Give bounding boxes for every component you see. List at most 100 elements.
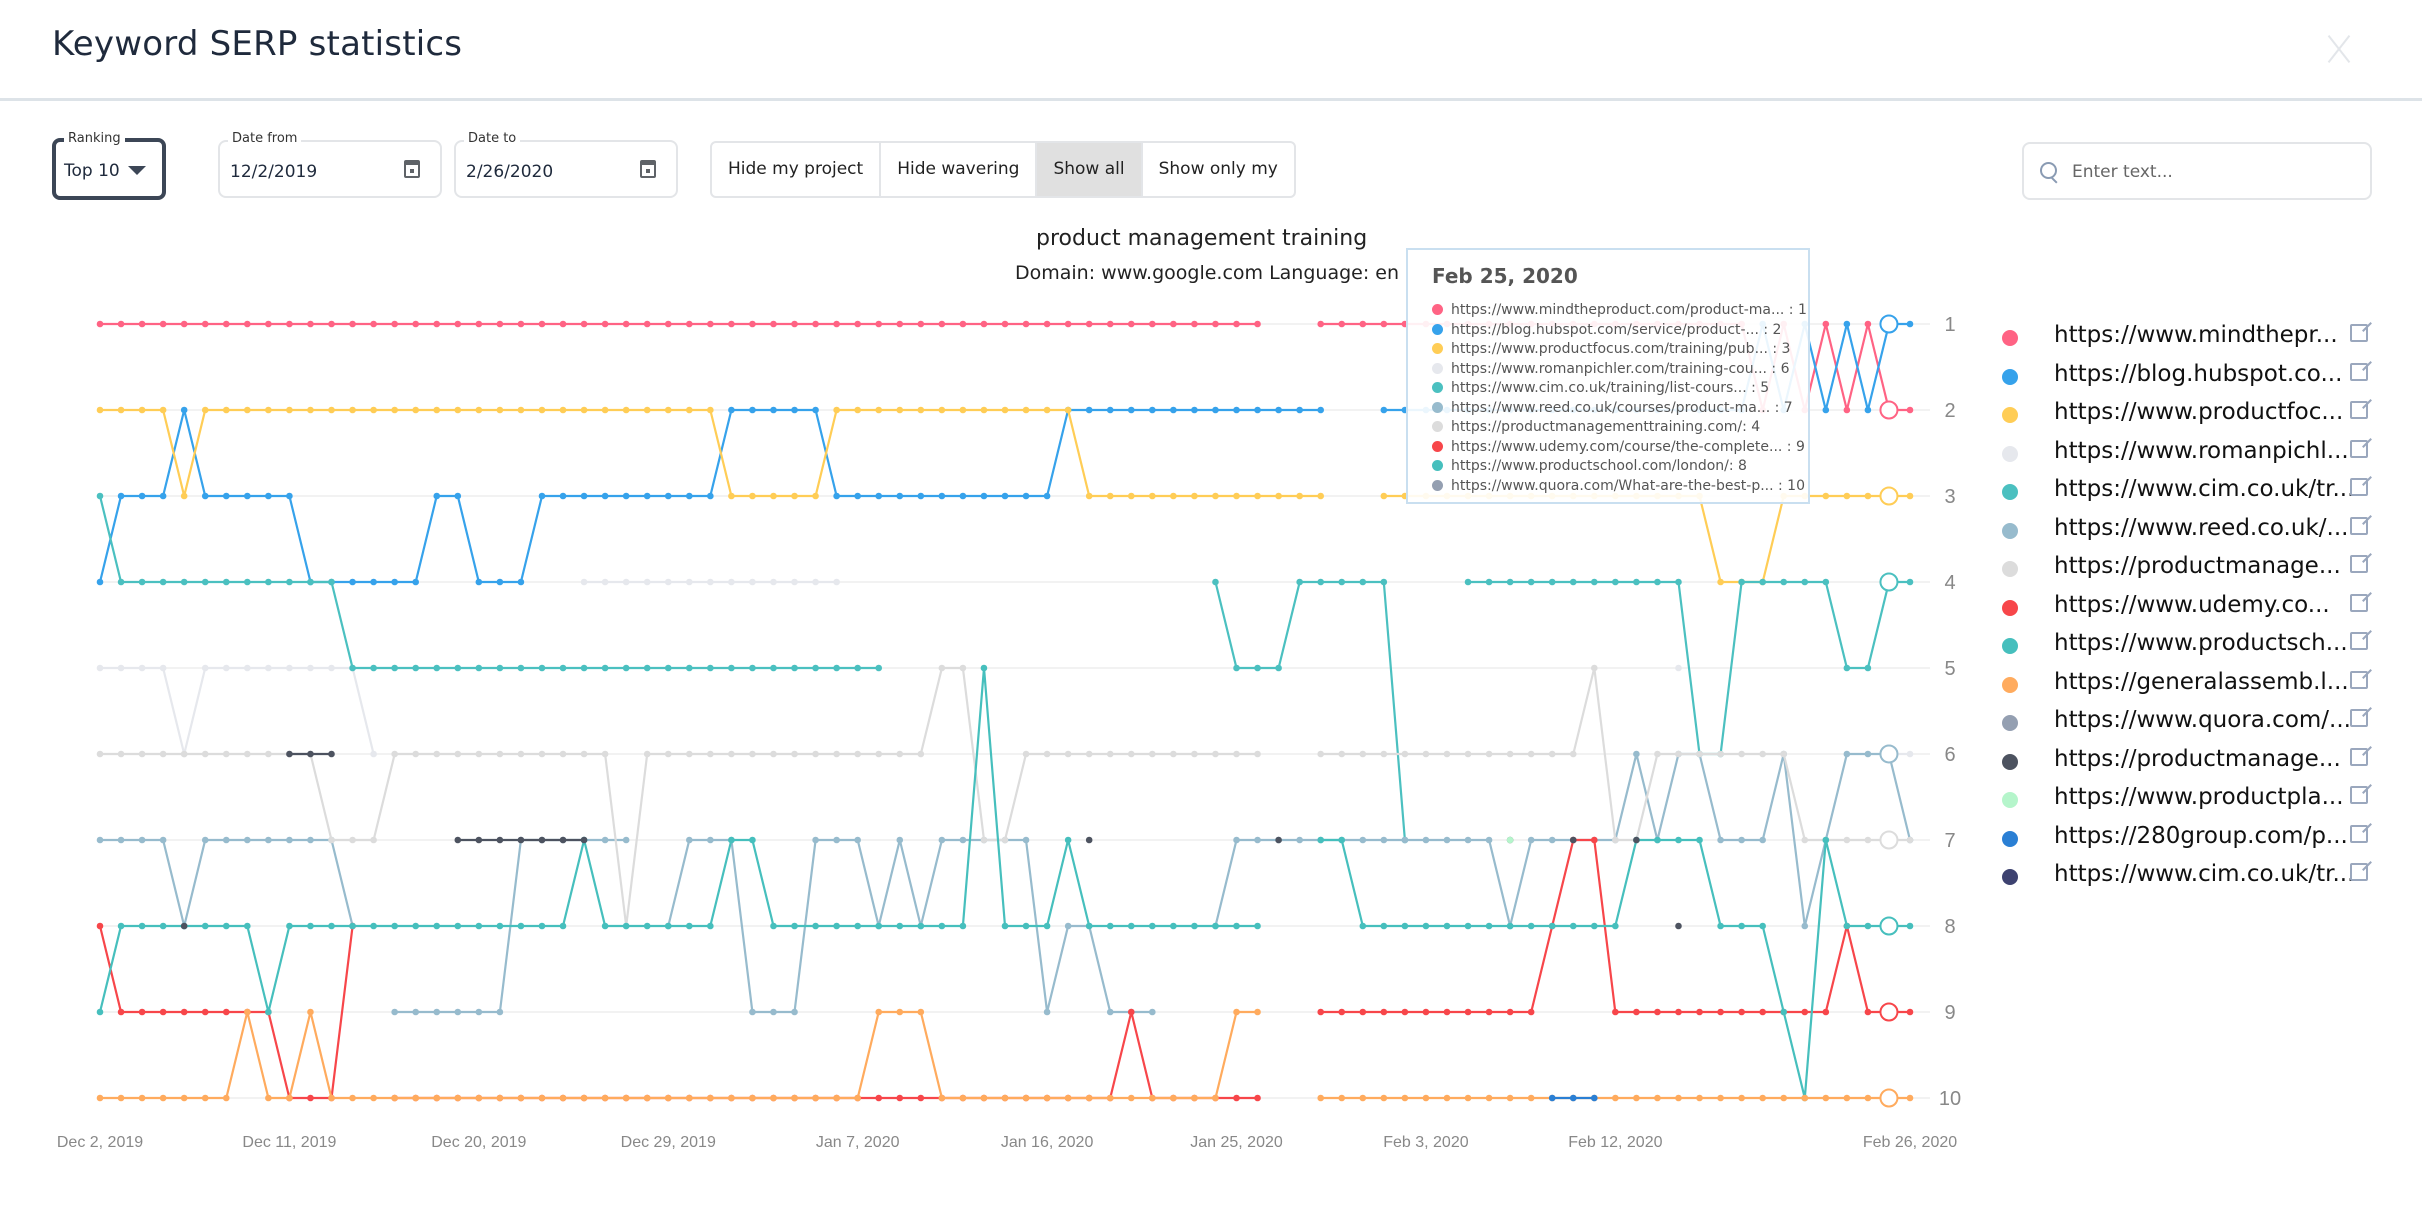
data-point[interactable]: [201, 750, 209, 758]
data-point[interactable]: [117, 406, 125, 414]
data-point[interactable]: [117, 320, 125, 328]
data-point[interactable]: [201, 406, 209, 414]
data-point[interactable]: [328, 406, 335, 414]
data-point[interactable]: [622, 922, 630, 930]
data-point[interactable]: [1485, 836, 1493, 844]
data-point[interactable]: [201, 578, 209, 586]
data-point[interactable]: [433, 1094, 441, 1102]
data-point[interactable]: [812, 492, 819, 500]
data-point[interactable]: [244, 578, 251, 586]
data-point[interactable]: [454, 922, 462, 930]
data-point[interactable]: [454, 1094, 462, 1102]
external-link-icon[interactable]: [2350, 439, 2368, 458]
data-point[interactable]: [96, 492, 104, 500]
data-point[interactable]: [475, 664, 483, 672]
data-point[interactable]: [875, 922, 883, 930]
data-point[interactable]: [1906, 1008, 1914, 1016]
data-point[interactable]: [454, 664, 462, 672]
data-point[interactable]: [1233, 492, 1240, 500]
data-point[interactable]: [1696, 750, 1703, 758]
data-point[interactable]: [370, 1094, 377, 1102]
data-point[interactable]: [496, 922, 504, 930]
data-point[interactable]: [1759, 922, 1766, 930]
data-point[interactable]: [707, 320, 714, 328]
data-point[interactable]: [138, 492, 146, 500]
legend-label[interactable]: https://www.romanpichl...: [2054, 438, 2349, 464]
data-point[interactable]: [1822, 836, 1830, 844]
data-point[interactable]: [538, 492, 546, 500]
data-point[interactable]: [1422, 1094, 1430, 1102]
legend-item[interactable]: https://blog.hubspot.co...: [2000, 361, 2380, 400]
data-point[interactable]: [1380, 750, 1388, 758]
data-point[interactable]: [1843, 320, 1851, 328]
data-point[interactable]: [580, 664, 588, 672]
data-point[interactable]: [286, 492, 293, 500]
data-point[interactable]: [938, 836, 946, 844]
data-point[interactable]: [222, 1094, 230, 1102]
data-point[interactable]: [1275, 406, 1282, 414]
data-point[interactable]: [201, 922, 209, 930]
data-point[interactable]: [1801, 1008, 1809, 1016]
data-point[interactable]: [454, 492, 462, 500]
data-point[interactable]: [1212, 1094, 1219, 1102]
data-point[interactable]: [244, 922, 251, 930]
data-point[interactable]: [454, 320, 462, 328]
data-point[interactable]: [138, 922, 146, 930]
data-point[interactable]: [1106, 1008, 1114, 1016]
data-point[interactable]: [1022, 922, 1030, 930]
data-point[interactable]: [1064, 922, 1072, 930]
data-point[interactable]: [770, 406, 777, 414]
data-point[interactable]: [517, 664, 525, 672]
data-point[interactable]: [1738, 836, 1745, 844]
data-point[interactable]: [1822, 492, 1830, 500]
data-point[interactable]: [307, 406, 314, 414]
data-point[interactable]: [1191, 492, 1198, 500]
data-point[interactable]: [286, 922, 293, 930]
data-point[interactable]: [559, 406, 567, 414]
data-point[interactable]: [1064, 1094, 1072, 1102]
data-point[interactable]: [328, 578, 335, 586]
data-point[interactable]: [1464, 750, 1472, 758]
data-point[interactable]: [643, 406, 651, 414]
data-point[interactable]: [875, 750, 883, 758]
data-point[interactable]: [349, 406, 356, 414]
data-point[interactable]: [1780, 750, 1788, 758]
legend-label[interactable]: https://280group.com/p...: [2054, 823, 2348, 849]
data-point[interactable]: [791, 406, 798, 414]
data-point[interactable]: [1464, 836, 1472, 844]
data-point[interactable]: [1149, 406, 1156, 414]
data-point[interactable]: [286, 664, 293, 672]
data-point[interactable]: [601, 1094, 609, 1102]
data-point[interactable]: [1233, 1094, 1240, 1102]
data-point[interactable]: [244, 664, 251, 672]
data-point[interactable]: [1233, 750, 1240, 758]
data-point[interactable]: [1612, 578, 1619, 586]
data-point[interactable]: [138, 1094, 146, 1102]
data-point[interactable]: [854, 750, 861, 758]
data-point[interactable]: [1338, 1094, 1346, 1102]
data-point-highlight[interactable]: [1879, 830, 1899, 850]
data-point[interactable]: [538, 922, 546, 930]
data-point[interactable]: [1548, 750, 1556, 758]
legend-label[interactable]: https://productmanage...: [2054, 746, 2341, 772]
legend-item[interactable]: https://www.productpla...: [2000, 784, 2380, 823]
data-point[interactable]: [1675, 922, 1682, 930]
data-point[interactable]: [1254, 922, 1261, 930]
data-point[interactable]: [96, 406, 104, 414]
data-point[interactable]: [1127, 320, 1135, 328]
data-point[interactable]: [454, 1008, 462, 1016]
data-point[interactable]: [1443, 750, 1451, 758]
data-point[interactable]: [791, 664, 798, 672]
data-point[interactable]: [391, 922, 398, 930]
data-point[interactable]: [433, 1008, 441, 1016]
data-point[interactable]: [1485, 1008, 1493, 1016]
data-point[interactable]: [1843, 664, 1851, 672]
data-point[interactable]: [496, 406, 504, 414]
data-point[interactable]: [138, 750, 146, 758]
data-point[interactable]: [1675, 836, 1682, 844]
legend-item[interactable]: https://productmanage...: [2000, 746, 2380, 785]
data-point[interactable]: [1843, 406, 1851, 414]
data-point[interactable]: [749, 320, 756, 328]
data-point[interactable]: [370, 320, 377, 328]
data-point[interactable]: [1233, 1008, 1240, 1016]
